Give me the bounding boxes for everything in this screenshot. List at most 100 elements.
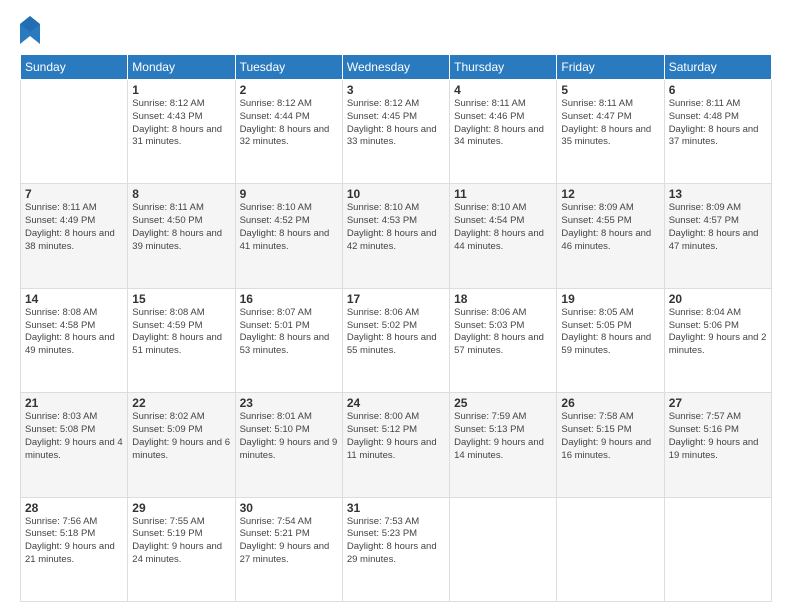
calendar-cell: 30Sunrise: 7:54 AMSunset: 5:21 PMDayligh… (235, 497, 342, 601)
day-info: Sunrise: 8:11 AMSunset: 4:50 PMDaylight:… (132, 202, 230, 253)
day-number: 12 (561, 187, 659, 201)
weekday-header-friday: Friday (557, 55, 664, 80)
weekday-header-saturday: Saturday (664, 55, 771, 80)
day-info: Sunrise: 7:55 AMSunset: 5:19 PMDaylight:… (132, 516, 230, 567)
day-info: Sunrise: 8:10 AMSunset: 4:54 PMDaylight:… (454, 202, 552, 253)
day-info: Sunrise: 8:11 AMSunset: 4:46 PMDaylight:… (454, 98, 552, 149)
calendar-cell: 28Sunrise: 7:56 AMSunset: 5:18 PMDayligh… (21, 497, 128, 601)
page: SundayMondayTuesdayWednesdayThursdayFrid… (0, 0, 792, 612)
day-info: Sunrise: 8:12 AMSunset: 4:44 PMDaylight:… (240, 98, 338, 149)
day-number: 17 (347, 292, 445, 306)
day-number: 18 (454, 292, 552, 306)
calendar-table: SundayMondayTuesdayWednesdayThursdayFrid… (20, 54, 772, 602)
calendar-cell: 10Sunrise: 8:10 AMSunset: 4:53 PMDayligh… (342, 184, 449, 288)
calendar-week-2: 7Sunrise: 8:11 AMSunset: 4:49 PMDaylight… (21, 184, 772, 288)
day-number: 19 (561, 292, 659, 306)
day-number: 27 (669, 396, 767, 410)
day-info: Sunrise: 8:11 AMSunset: 4:48 PMDaylight:… (669, 98, 767, 149)
weekday-header-thursday: Thursday (450, 55, 557, 80)
day-info: Sunrise: 8:06 AMSunset: 5:02 PMDaylight:… (347, 307, 445, 358)
day-info: Sunrise: 8:00 AMSunset: 5:12 PMDaylight:… (347, 411, 445, 462)
calendar-cell: 5Sunrise: 8:11 AMSunset: 4:47 PMDaylight… (557, 80, 664, 184)
calendar-week-4: 21Sunrise: 8:03 AMSunset: 5:08 PMDayligh… (21, 393, 772, 497)
calendar-cell (21, 80, 128, 184)
day-number: 25 (454, 396, 552, 410)
calendar-cell: 26Sunrise: 7:58 AMSunset: 5:15 PMDayligh… (557, 393, 664, 497)
weekday-header-sunday: Sunday (21, 55, 128, 80)
day-number: 26 (561, 396, 659, 410)
day-number: 23 (240, 396, 338, 410)
calendar-cell: 15Sunrise: 8:08 AMSunset: 4:59 PMDayligh… (128, 288, 235, 392)
day-number: 1 (132, 83, 230, 97)
weekday-header-tuesday: Tuesday (235, 55, 342, 80)
day-info: Sunrise: 7:59 AMSunset: 5:13 PMDaylight:… (454, 411, 552, 462)
day-number: 13 (669, 187, 767, 201)
logo-icon (20, 16, 40, 44)
calendar-cell: 1Sunrise: 8:12 AMSunset: 4:43 PMDaylight… (128, 80, 235, 184)
day-info: Sunrise: 7:58 AMSunset: 5:15 PMDaylight:… (561, 411, 659, 462)
calendar-cell: 25Sunrise: 7:59 AMSunset: 5:13 PMDayligh… (450, 393, 557, 497)
calendar-cell: 24Sunrise: 8:00 AMSunset: 5:12 PMDayligh… (342, 393, 449, 497)
day-number: 20 (669, 292, 767, 306)
day-info: Sunrise: 8:12 AMSunset: 4:43 PMDaylight:… (132, 98, 230, 149)
weekday-header-monday: Monday (128, 55, 235, 80)
calendar-cell: 20Sunrise: 8:04 AMSunset: 5:06 PMDayligh… (664, 288, 771, 392)
day-info: Sunrise: 8:01 AMSunset: 5:10 PMDaylight:… (240, 411, 338, 462)
day-info: Sunrise: 8:04 AMSunset: 5:06 PMDaylight:… (669, 307, 767, 358)
day-info: Sunrise: 8:08 AMSunset: 4:59 PMDaylight:… (132, 307, 230, 358)
day-info: Sunrise: 8:11 AMSunset: 4:47 PMDaylight:… (561, 98, 659, 149)
day-info: Sunrise: 8:07 AMSunset: 5:01 PMDaylight:… (240, 307, 338, 358)
day-number: 31 (347, 501, 445, 515)
day-number: 15 (132, 292, 230, 306)
day-number: 21 (25, 396, 123, 410)
calendar-cell: 16Sunrise: 8:07 AMSunset: 5:01 PMDayligh… (235, 288, 342, 392)
day-info: Sunrise: 8:09 AMSunset: 4:55 PMDaylight:… (561, 202, 659, 253)
day-info: Sunrise: 7:54 AMSunset: 5:21 PMDaylight:… (240, 516, 338, 567)
day-info: Sunrise: 8:08 AMSunset: 4:58 PMDaylight:… (25, 307, 123, 358)
day-number: 30 (240, 501, 338, 515)
day-number: 9 (240, 187, 338, 201)
day-number: 4 (454, 83, 552, 97)
calendar-cell: 14Sunrise: 8:08 AMSunset: 4:58 PMDayligh… (21, 288, 128, 392)
day-info: Sunrise: 8:06 AMSunset: 5:03 PMDaylight:… (454, 307, 552, 358)
calendar-cell: 8Sunrise: 8:11 AMSunset: 4:50 PMDaylight… (128, 184, 235, 288)
day-number: 28 (25, 501, 123, 515)
calendar-cell: 6Sunrise: 8:11 AMSunset: 4:48 PMDaylight… (664, 80, 771, 184)
day-number: 14 (25, 292, 123, 306)
calendar-cell: 18Sunrise: 8:06 AMSunset: 5:03 PMDayligh… (450, 288, 557, 392)
weekday-header-wednesday: Wednesday (342, 55, 449, 80)
day-info: Sunrise: 8:10 AMSunset: 4:53 PMDaylight:… (347, 202, 445, 253)
day-number: 24 (347, 396, 445, 410)
calendar-cell: 27Sunrise: 7:57 AMSunset: 5:16 PMDayligh… (664, 393, 771, 497)
day-number: 7 (25, 187, 123, 201)
calendar-cell: 17Sunrise: 8:06 AMSunset: 5:02 PMDayligh… (342, 288, 449, 392)
calendar-week-3: 14Sunrise: 8:08 AMSunset: 4:58 PMDayligh… (21, 288, 772, 392)
calendar-cell: 19Sunrise: 8:05 AMSunset: 5:05 PMDayligh… (557, 288, 664, 392)
weekday-header-row: SundayMondayTuesdayWednesdayThursdayFrid… (21, 55, 772, 80)
day-info: Sunrise: 8:10 AMSunset: 4:52 PMDaylight:… (240, 202, 338, 253)
day-info: Sunrise: 7:57 AMSunset: 5:16 PMDaylight:… (669, 411, 767, 462)
day-info: Sunrise: 8:03 AMSunset: 5:08 PMDaylight:… (25, 411, 123, 462)
header (20, 16, 772, 44)
calendar-week-1: 1Sunrise: 8:12 AMSunset: 4:43 PMDaylight… (21, 80, 772, 184)
calendar-cell: 23Sunrise: 8:01 AMSunset: 5:10 PMDayligh… (235, 393, 342, 497)
day-info: Sunrise: 8:02 AMSunset: 5:09 PMDaylight:… (132, 411, 230, 462)
day-info: Sunrise: 8:05 AMSunset: 5:05 PMDaylight:… (561, 307, 659, 358)
day-info: Sunrise: 8:11 AMSunset: 4:49 PMDaylight:… (25, 202, 123, 253)
calendar-cell: 4Sunrise: 8:11 AMSunset: 4:46 PMDaylight… (450, 80, 557, 184)
day-number: 8 (132, 187, 230, 201)
calendar-cell: 7Sunrise: 8:11 AMSunset: 4:49 PMDaylight… (21, 184, 128, 288)
day-number: 29 (132, 501, 230, 515)
calendar-cell: 13Sunrise: 8:09 AMSunset: 4:57 PMDayligh… (664, 184, 771, 288)
calendar-cell: 3Sunrise: 8:12 AMSunset: 4:45 PMDaylight… (342, 80, 449, 184)
calendar-cell (450, 497, 557, 601)
day-number: 6 (669, 83, 767, 97)
day-number: 3 (347, 83, 445, 97)
calendar-cell: 31Sunrise: 7:53 AMSunset: 5:23 PMDayligh… (342, 497, 449, 601)
calendar-cell: 9Sunrise: 8:10 AMSunset: 4:52 PMDaylight… (235, 184, 342, 288)
day-number: 10 (347, 187, 445, 201)
calendar-week-5: 28Sunrise: 7:56 AMSunset: 5:18 PMDayligh… (21, 497, 772, 601)
calendar-cell (664, 497, 771, 601)
day-number: 11 (454, 187, 552, 201)
day-info: Sunrise: 8:12 AMSunset: 4:45 PMDaylight:… (347, 98, 445, 149)
